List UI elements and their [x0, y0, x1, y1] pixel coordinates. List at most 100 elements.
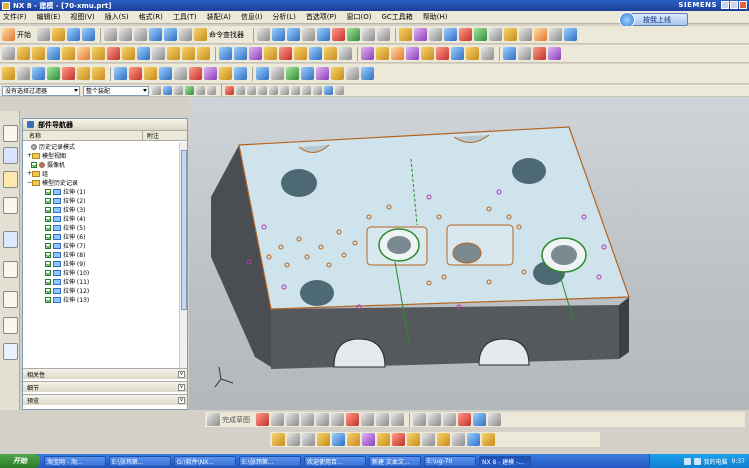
system-scene-tab-icon[interactable] — [3, 343, 18, 360]
edit-object-display-icon[interactable] — [414, 28, 427, 41]
orient-view-icon[interactable] — [332, 433, 345, 446]
taskbar-item[interactable]: 淘宝网 - 淘... — [44, 455, 106, 467]
sew-icon[interactable] — [533, 47, 546, 60]
check-icon[interactable] — [45, 188, 51, 195]
select-all-icon[interactable] — [174, 86, 183, 95]
check-icon[interactable] — [45, 269, 51, 276]
menu-view[interactable]: 视图(V) — [70, 12, 94, 22]
offset-face-icon[interactable] — [339, 47, 352, 60]
profile-icon[interactable] — [256, 413, 269, 426]
replace-face-icon[interactable] — [361, 47, 374, 60]
repeat-command-icon[interactable] — [179, 28, 192, 41]
midpoint-snap-icon[interactable] — [247, 86, 256, 95]
draft-icon[interactable] — [264, 47, 277, 60]
tree-node[interactable]: 拉伸 (2) — [23, 196, 178, 205]
slot-icon[interactable] — [107, 47, 120, 60]
check-icon[interactable] — [45, 242, 51, 249]
maximize-button[interactable] — [730, 1, 738, 9]
auto-constraint-icon[interactable] — [488, 413, 501, 426]
chevron-down-icon[interactable]: v — [178, 397, 185, 404]
suppress-feature-icon[interactable] — [62, 67, 75, 80]
column-name[interactable]: 名称 — [23, 131, 143, 140]
check-icon[interactable] — [45, 260, 51, 267]
offset-curve-icon[interactable] — [413, 413, 426, 426]
point-on-face-snap-icon[interactable] — [324, 86, 333, 95]
menu-analysis[interactable]: 分析(L) — [272, 12, 295, 22]
tree-node[interactable]: 摄像机 — [23, 160, 178, 169]
menu-information[interactable]: 信息(I) — [241, 12, 263, 22]
check-icon[interactable] — [45, 251, 51, 258]
shaded-with-edges-icon[interactable] — [317, 28, 330, 41]
selection-filter-dropdown[interactable]: 没有选择过滤器 — [2, 85, 80, 96]
constraint-navigator-tab-icon[interactable] — [3, 147, 18, 164]
select-by-name-icon[interactable] — [422, 433, 435, 446]
finish-sketch-icon[interactable] — [207, 413, 220, 426]
preview-section[interactable]: 预览 v — [23, 394, 187, 405]
selection-scope-dropdown[interactable]: 整个装配 — [83, 85, 149, 96]
delay-update-icon[interactable] — [129, 67, 142, 80]
system-materials-tab-icon[interactable] — [3, 291, 18, 308]
boss-icon[interactable] — [62, 47, 75, 60]
menu-insert[interactable]: 插入(S) — [105, 12, 129, 22]
part-navigator-tab-icon[interactable] — [3, 171, 18, 188]
move-feature-icon[interactable] — [32, 67, 45, 80]
existing-point-snap-icon[interactable] — [302, 86, 311, 95]
rapid-dimension-icon[interactable] — [458, 413, 471, 426]
plate-top-face[interactable] — [238, 126, 630, 310]
taskbar-item-active[interactable]: NX 8 - 建模 -... — [479, 455, 531, 467]
hole-icon[interactable] — [47, 47, 60, 60]
sheet-icon[interactable] — [256, 67, 269, 80]
new-file-icon[interactable] — [37, 28, 50, 41]
tree-node[interactable]: 拉伸 (5) — [23, 223, 178, 232]
copy-face-icon[interactable] — [466, 47, 479, 60]
scrollbar-thumb[interactable] — [181, 150, 187, 310]
menu-gc-toolkit[interactable]: GC工具箱 — [381, 12, 412, 22]
taskbar-item[interactable]: G:\软件\NX... — [174, 455, 236, 467]
unsuppress-feature-icon[interactable] — [77, 67, 90, 80]
move-icon[interactable] — [347, 433, 360, 446]
assembly-navigator-tab-icon[interactable] — [3, 125, 18, 142]
pad-icon[interactable] — [92, 47, 105, 60]
tree-node[interactable]: 拉伸 (3) — [23, 205, 178, 214]
quick-trim-icon[interactable] — [361, 413, 374, 426]
patch-icon[interactable] — [548, 47, 561, 60]
attribute-icon[interactable] — [452, 433, 465, 446]
tree-node[interactable]: 拉伸 (1) — [23, 187, 178, 196]
datum-plane-icon[interactable] — [137, 47, 150, 60]
point-on-curve-snap-icon[interactable] — [313, 86, 322, 95]
taskbar-item[interactable]: 欢迎使用百... — [304, 455, 366, 467]
group-icon[interactable] — [437, 433, 450, 446]
check-icon[interactable] — [45, 197, 51, 204]
measure-body-icon[interactable] — [474, 28, 487, 41]
command-finder-button[interactable]: 命令查找器 — [209, 30, 244, 40]
pattern-curve-icon[interactable] — [443, 413, 456, 426]
tree-node[interactable]: 拉伸 (12) — [23, 286, 178, 295]
electrode-icon[interactable] — [346, 67, 359, 80]
thicken-icon[interactable] — [376, 47, 389, 60]
background-icon[interactable] — [347, 28, 360, 41]
check-icon[interactable] — [45, 296, 51, 303]
edit-feature-icon[interactable] — [503, 47, 516, 60]
hide-icon[interactable] — [392, 433, 405, 446]
tree-node[interactable]: 拉伸 (9) — [23, 259, 178, 268]
move-object-icon[interactable] — [301, 67, 314, 80]
command-finder-icon[interactable] — [194, 28, 207, 41]
gc-toolkit-icon[interactable] — [534, 28, 547, 41]
tree-node[interactable]: 历史记录模式 — [23, 142, 178, 151]
menu-help[interactable]: 帮助(H) — [423, 12, 448, 22]
arc-icon[interactable] — [286, 413, 299, 426]
tree-node[interactable]: − 模型历史记录 — [23, 178, 178, 187]
roles-tab-icon[interactable] — [3, 317, 18, 334]
close-button[interactable] — [739, 1, 747, 9]
tree-node[interactable]: 拉伸 (11) — [23, 277, 178, 286]
edge-blend-icon[interactable] — [219, 47, 232, 60]
cut-icon[interactable] — [104, 28, 117, 41]
tree-node[interactable]: 拉伸 (7) — [23, 241, 178, 250]
fit-view-icon[interactable] — [257, 28, 270, 41]
bounded-grid-snap-icon[interactable] — [335, 86, 344, 95]
check-icon[interactable] — [31, 161, 37, 168]
tree-node[interactable]: 拉伸 (6) — [23, 232, 178, 241]
curve-icon[interactable] — [271, 67, 284, 80]
general-selection-icon[interactable] — [152, 86, 161, 95]
open-file-icon[interactable] — [52, 28, 65, 41]
